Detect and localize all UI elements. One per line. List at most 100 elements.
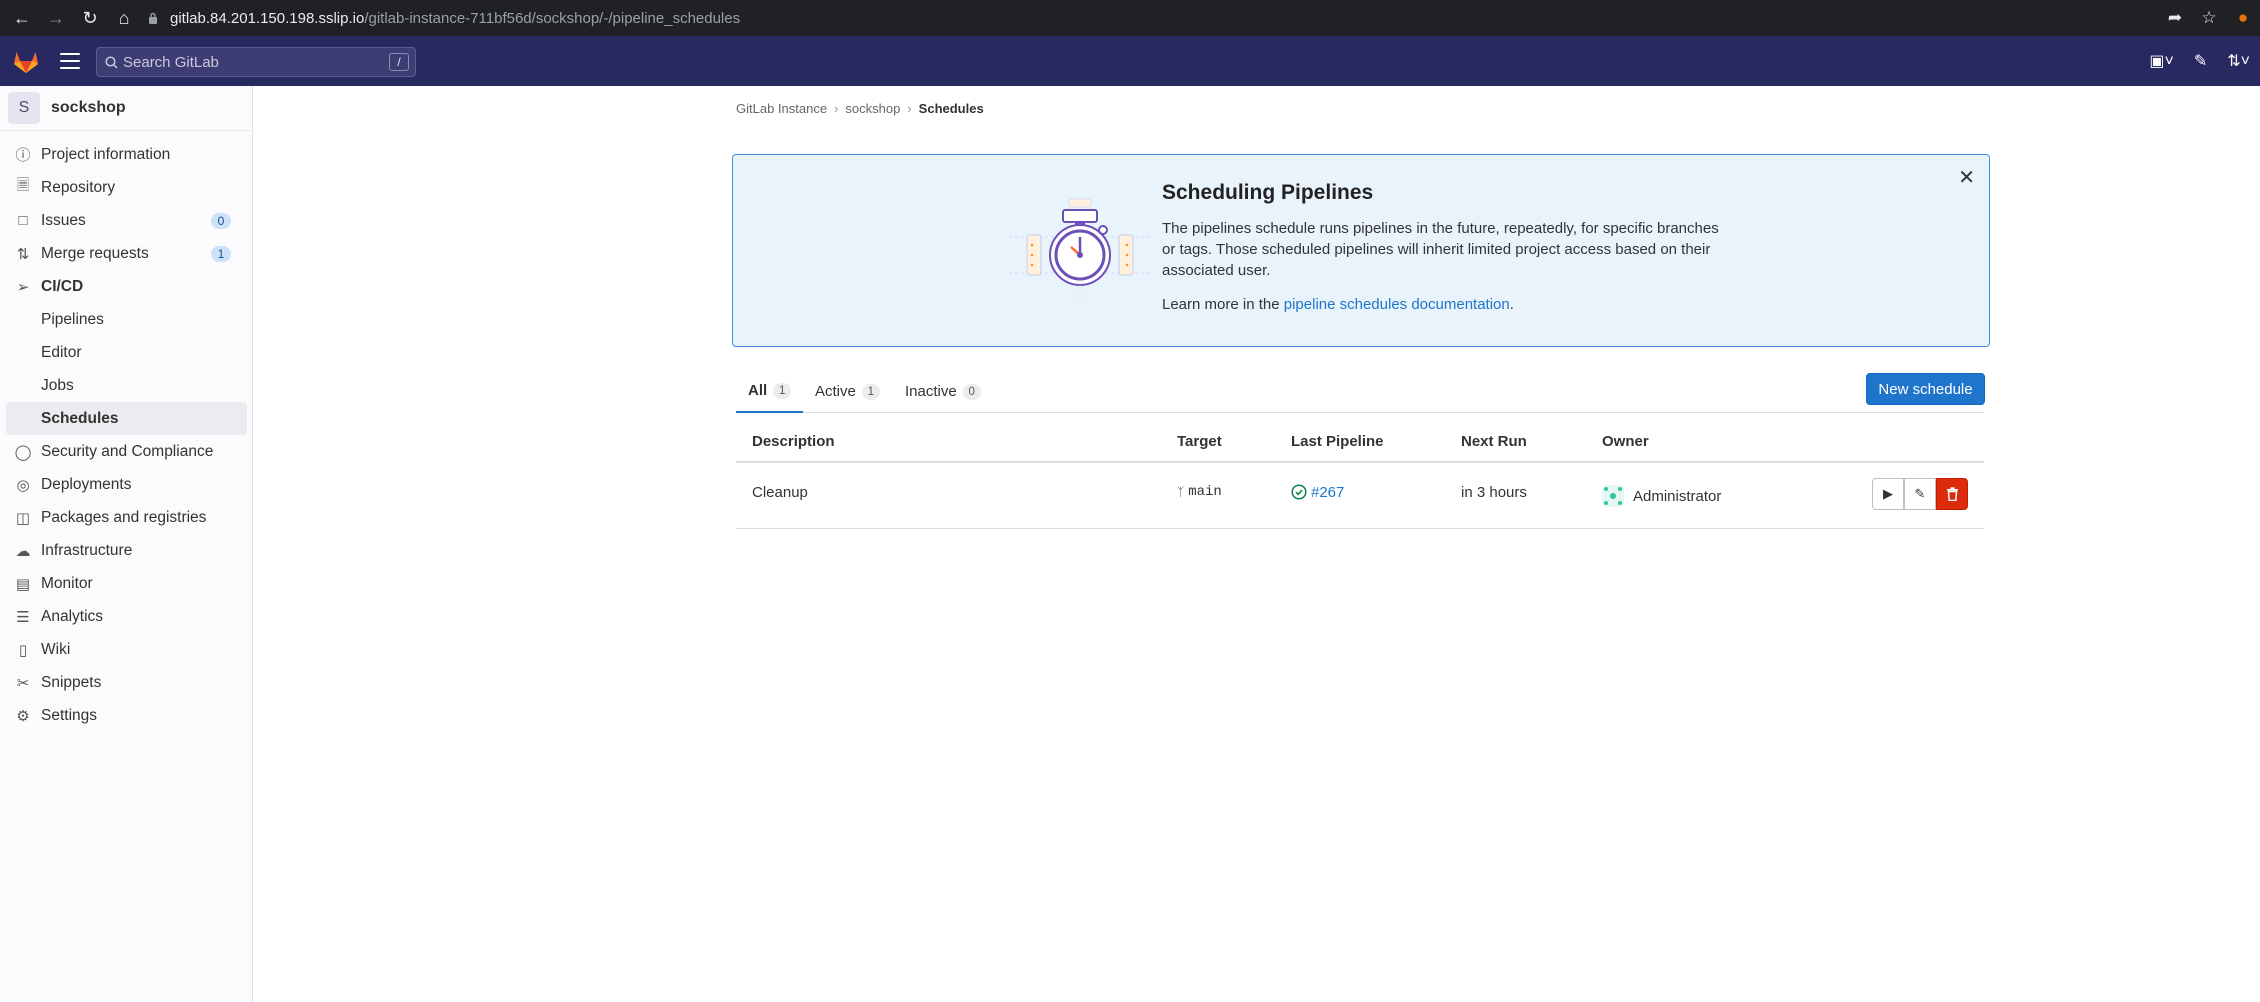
chevron-right-icon: › — [834, 101, 839, 116]
chevron-right-icon: › — [907, 101, 912, 116]
snippet-icon: ✂ — [16, 674, 30, 692]
package-icon: ◫ — [15, 509, 31, 527]
status-success-icon — [1291, 484, 1307, 500]
pencil-icon: ✎ — [1914, 486, 1926, 501]
reload-icon[interactable]: ↻ — [78, 6, 102, 30]
sidebar-item-security-and-compliance[interactable]: ◯ Security and Compliance — [0, 435, 253, 468]
search-input[interactable]: Search GitLab / — [96, 47, 416, 77]
banner-title: Scheduling Pipelines — [1162, 181, 1374, 204]
search-shortcut: / — [389, 53, 409, 71]
sidebar-item-schedules[interactable]: Schedules — [6, 402, 247, 435]
repository-icon: 🗏 — [16, 177, 30, 194]
new-schedule-button[interactable]: New schedule — [1866, 373, 1985, 405]
sidebar-item-pipelines[interactable]: Pipelines — [0, 303, 253, 336]
sidebar: S sockshop ⓘ Project information 🗏 Reposit… — [0, 86, 253, 1002]
settings-icon: ⚙ — [16, 707, 30, 725]
trash-icon — [1946, 487, 1958, 501]
merge-requests-count-badge: 1 — [211, 245, 231, 262]
monitor-icon: ▤ — [15, 575, 31, 593]
home-icon[interactable]: ⌂ — [112, 6, 136, 30]
profile-icon[interactable]: ● — [2226, 8, 2260, 28]
sidebar-item-monitor[interactable]: ▤ Monitor — [0, 567, 253, 600]
sidebar-item-repository[interactable]: 🗏 Repository — [0, 171, 253, 204]
close-icon[interactable]: ✕ — [1958, 165, 1975, 190]
tab-active[interactable]: Active 1 — [815, 370, 880, 413]
schedule-tabs: All 1 Active 1 Inactive 0 — [736, 370, 1984, 413]
sidebar-item-deployments[interactable]: ◎ Deployments — [0, 468, 253, 501]
url-host: gitlab.84.201.150.198.sslip.io — [170, 9, 365, 27]
breadcrumb-item-instance[interactable]: GitLab Instance — [736, 101, 827, 116]
cloud-icon: ☁ — [15, 542, 31, 560]
column-header-last-pipeline: Last Pipeline — [1291, 432, 1384, 450]
sidebar-item-project-information[interactable]: ⓘ Project information — [0, 138, 253, 171]
tab-count-badge: 0 — [962, 383, 981, 400]
tab-count-badge: 1 — [773, 382, 792, 399]
share-icon[interactable]: ➦ — [2158, 8, 2192, 28]
play-button[interactable]: ▶ — [1872, 478, 1904, 510]
menu-icon[interactable] — [60, 53, 80, 69]
lock-icon — [149, 12, 157, 24]
sidebar-item-snippets[interactable]: ✂ Snippets — [0, 666, 253, 699]
table-row: Cleanup ᛉ main #267 in 3 hours Administr… — [736, 463, 1984, 529]
sidebar-nav: ⓘ Project information 🗏 Repository □ Issues… — [0, 138, 253, 732]
book-icon: ▯ — [18, 641, 28, 659]
stopwatch-illustration — [1009, 198, 1151, 301]
back-icon[interactable]: ← — [10, 6, 34, 30]
forward-icon[interactable]: → — [44, 6, 68, 30]
merge-request-icon: ⇅ — [16, 245, 30, 263]
chart-icon: ☰ — [16, 608, 30, 626]
sidebar-item-packages-and-registries[interactable]: ◫ Packages and registries — [0, 501, 253, 534]
avatar — [1602, 485, 1624, 507]
next-run: in 3 hours — [1461, 483, 1527, 501]
sidebar-item-jobs[interactable]: Jobs — [0, 369, 253, 402]
project-avatar: S — [8, 92, 40, 124]
issues-icon[interactable]: ✎ — [2194, 51, 2207, 71]
pipeline-link[interactable]: #267 — [1311, 484, 1344, 501]
breadcrumb-item-project[interactable]: sockshop — [845, 101, 900, 116]
table-header: Description Target Last Pipeline Next Ru… — [736, 419, 1984, 463]
breadcrumb-item-current[interactable]: Schedules — [919, 101, 984, 116]
create-new-icon[interactable]: ▣˅ — [2149, 51, 2173, 71]
address-bar[interactable]: gitlab.84.201.150.198.sslip.io/gitlab-in… — [170, 7, 740, 29]
sidebar-item-merge-requests[interactable]: ⇅ Merge requests 1 — [0, 237, 253, 270]
sidebar-item-cicd[interactable]: ➢ CI/CD — [0, 270, 253, 303]
play-icon: ▶ — [1883, 486, 1893, 501]
column-header-target: Target — [1177, 432, 1222, 450]
gitlab-logo-icon[interactable] — [13, 49, 39, 74]
tab-inactive[interactable]: Inactive 0 — [905, 370, 981, 413]
delete-button[interactable] — [1936, 478, 1968, 510]
search-placeholder: Search GitLab — [123, 53, 219, 71]
divider — [0, 130, 253, 131]
url-path: /gitlab-instance-711bf56d/sockshop/-/pip… — [364, 9, 741, 27]
breadcrumb: GitLab Instance › sockshop › Schedules — [736, 101, 984, 116]
sidebar-item-editor[interactable]: Editor — [0, 336, 253, 369]
schedules-table: Description Target Last Pipeline Next Ru… — [736, 419, 1984, 529]
column-header-next-run: Next Run — [1461, 432, 1527, 450]
branch-icon: ᛉ — [1177, 485, 1185, 499]
edit-button[interactable]: ✎ — [1904, 478, 1936, 510]
project-header[interactable]: S sockshop — [8, 92, 126, 124]
last-pipeline[interactable]: #267 — [1291, 463, 1344, 521]
bookmark-star-icon[interactable]: ☆ — [2192, 8, 2226, 28]
schedule-target[interactable]: ᛉ main — [1177, 463, 1222, 521]
sidebar-item-infrastructure[interactable]: ☁ Infrastructure — [0, 534, 253, 567]
sidebar-item-wiki[interactable]: ▯ Wiki — [0, 633, 253, 666]
column-header-owner: Owner — [1602, 432, 1649, 450]
owner[interactable]: Administrator — [1602, 467, 1721, 525]
tab-all[interactable]: All 1 — [736, 370, 804, 413]
sidebar-item-issues[interactable]: □ Issues 0 — [0, 204, 253, 237]
shield-icon: ◯ — [14, 443, 32, 461]
merge-requests-icon[interactable]: ⇅˅ — [2227, 51, 2250, 71]
banner-learn-more: Learn more in the pipeline schedules doc… — [1162, 296, 1514, 313]
browser-toolbar: ← → ↻ ⌂ gitlab.84.201.150.198.sslip.io/g… — [0, 0, 2260, 36]
scheduling-pipelines-banner: ✕ Scheduling Pipelines The pipelines sch… — [732, 154, 1990, 347]
row-actions: ▶ ✎ — [1872, 478, 1968, 510]
sidebar-item-analytics[interactable]: ☰ Analytics — [0, 600, 253, 633]
info-icon: ⓘ — [15, 147, 31, 164]
sidebar-item-settings[interactable]: ⚙ Settings — [0, 699, 253, 732]
project-name: sockshop — [51, 99, 126, 116]
tab-count-badge: 1 — [861, 383, 880, 400]
documentation-link[interactable]: pipeline schedules documentation — [1284, 296, 1510, 313]
issues-count-badge: 0 — [211, 212, 231, 229]
search-icon — [105, 56, 118, 69]
